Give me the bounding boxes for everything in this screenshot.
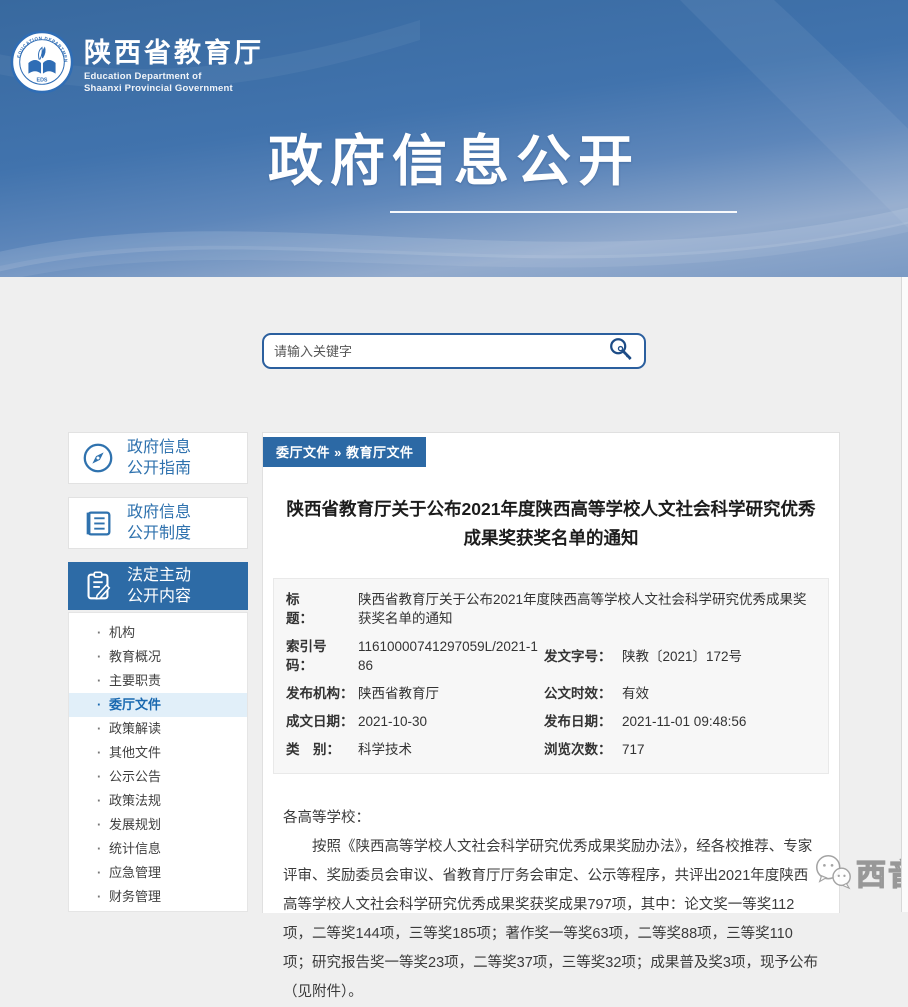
sidebar-menu-item-tongjixinxi[interactable]: 统计信息 bbox=[69, 837, 247, 861]
main-content-panel: 委厅文件 » 教育厅文件 陕西省教育厅关于公布2021年度陕西高等学校人文社会科… bbox=[262, 432, 840, 913]
sidebar-menu-item-zhengcefagui[interactable]: 政策法规 bbox=[69, 789, 247, 813]
meta-publish-date-value: 2021-11-01 09:48:56 bbox=[622, 712, 816, 731]
sidebar-menu: 机构 教育概况 主要职责 委厅文件 政策解读 其他文件 公示公告 政策法规 发展… bbox=[68, 612, 248, 912]
sidebar-menu-item-gongshigonggao[interactable]: 公示公告 bbox=[69, 765, 247, 789]
site-logo[interactable]: EDUCATION DEPARTMENT OF SHAANXI EDS 陕西省教… bbox=[10, 30, 264, 95]
compass-icon bbox=[69, 441, 127, 475]
sidebar-menu-item-fazhanguihua[interactable]: 发展规划 bbox=[69, 813, 247, 837]
search-input[interactable] bbox=[274, 344, 606, 359]
sidebar-item-label: 政府信息 公开制度 bbox=[127, 502, 191, 544]
sidebar-item-disclosure-guide[interactable]: 政府信息 公开指南 bbox=[68, 432, 248, 484]
document-salutation: 各高等学校： bbox=[283, 804, 819, 833]
title-underline bbox=[390, 211, 737, 213]
sidebar-menu-item-caiwuguanli[interactable]: 财务管理 bbox=[69, 885, 247, 909]
meta-written-date-label: 成文日期： bbox=[286, 712, 358, 731]
clipboard-pen-icon bbox=[69, 569, 127, 603]
document-list-icon bbox=[69, 506, 127, 540]
meta-category-value: 科学技术 bbox=[358, 740, 544, 759]
sidebar-menu-item-yingjiguanli[interactable]: 应急管理 bbox=[69, 861, 247, 885]
document-meta-box: 标 题： 陕西省教育厅关于公布2021年度陕西高等学校人文社会科学研究优秀成果奖… bbox=[273, 578, 829, 774]
search-magnifier-icon bbox=[607, 336, 635, 364]
sidebar-menu-item-zhengcejiedu[interactable]: 政策解读 bbox=[69, 717, 247, 741]
meta-written-date-value: 2021-10-30 bbox=[358, 712, 544, 731]
page-title: 政府信息公开 bbox=[0, 130, 908, 192]
meta-doc-no-label: 发文字号： bbox=[544, 647, 622, 666]
sidebar-item-statutory-disclosure[interactable]: 法定主动 公开内容 bbox=[68, 562, 248, 610]
sidebar-item-label: 政府信息 公开指南 bbox=[127, 437, 191, 479]
meta-category-label: 类 别： bbox=[286, 740, 358, 759]
search-box[interactable] bbox=[262, 333, 646, 369]
search-button[interactable] bbox=[606, 336, 636, 366]
document-paragraph: 按照《陕西高等学校人文社会科学研究优秀成果奖励办法》，经各校推荐、专家评审、奖励… bbox=[283, 833, 819, 1007]
sidebar-menu-item-jiaoyugaikuang[interactable]: 教育概况 bbox=[69, 645, 247, 669]
meta-issuer-value: 陕西省教育厅 bbox=[358, 684, 544, 703]
meta-doc-no-value: 陕教〔2021〕172号 bbox=[622, 647, 816, 666]
meta-views-label: 浏览次数： bbox=[544, 740, 622, 759]
sidebar-item-disclosure-system[interactable]: 政府信息 公开制度 bbox=[68, 497, 248, 549]
svg-text:EDS: EDS bbox=[37, 77, 48, 83]
page-right-sliver bbox=[901, 277, 908, 912]
org-name-cn: 陕西省教育厅 bbox=[84, 38, 264, 68]
meta-validity-label: 公文时效： bbox=[544, 684, 622, 703]
document-title: 陕西省教育厅关于公布2021年度陕西高等学校人文社会科学研究优秀成果奖获奖名单的… bbox=[263, 495, 839, 553]
sidebar-menu-item-jigou[interactable]: 机构 bbox=[69, 621, 247, 645]
meta-issuer-label: 发布机构： bbox=[286, 684, 358, 703]
meta-views-value: 717 bbox=[622, 740, 816, 759]
meta-index-value: 11610000741297059L/2021-186 bbox=[358, 637, 544, 675]
sidebar-menu-item-qitawenjian[interactable]: 其他文件 bbox=[69, 741, 247, 765]
banner: EDUCATION DEPARTMENT OF SHAANXI EDS 陕西省教… bbox=[0, 0, 908, 277]
org-name-en: Education Department of Shaanxi Provinci… bbox=[84, 71, 264, 95]
document-body: 各高等学校： 按照《陕西高等学校人文社会科学研究优秀成果奖励办法》，经各校推荐、… bbox=[263, 804, 839, 1007]
meta-index-label: 索引号 码： bbox=[286, 637, 358, 675]
meta-title-label: 标 题： bbox=[286, 590, 358, 628]
sidebar-menu-item-weitingwenjian[interactable]: 委厅文件 bbox=[69, 693, 247, 717]
breadcrumb[interactable]: 委厅文件 » 教育厅文件 bbox=[263, 437, 426, 467]
meta-title-value: 陕西省教育厅关于公布2021年度陕西高等学校人文社会科学研究优秀成果奖获奖名单的… bbox=[358, 590, 816, 628]
meta-publish-date-label: 发布日期： bbox=[544, 712, 622, 731]
meta-validity-value: 有效 bbox=[622, 684, 816, 703]
education-department-logo-icon: EDUCATION DEPARTMENT OF SHAANXI EDS bbox=[10, 30, 74, 94]
org-names: 陕西省教育厅 Education Department of Shaanxi P… bbox=[84, 30, 264, 95]
sidebar-item-label: 法定主动 公开内容 bbox=[127, 565, 191, 607]
sidebar-menu-item-zhuyaozhize[interactable]: 主要职责 bbox=[69, 669, 247, 693]
